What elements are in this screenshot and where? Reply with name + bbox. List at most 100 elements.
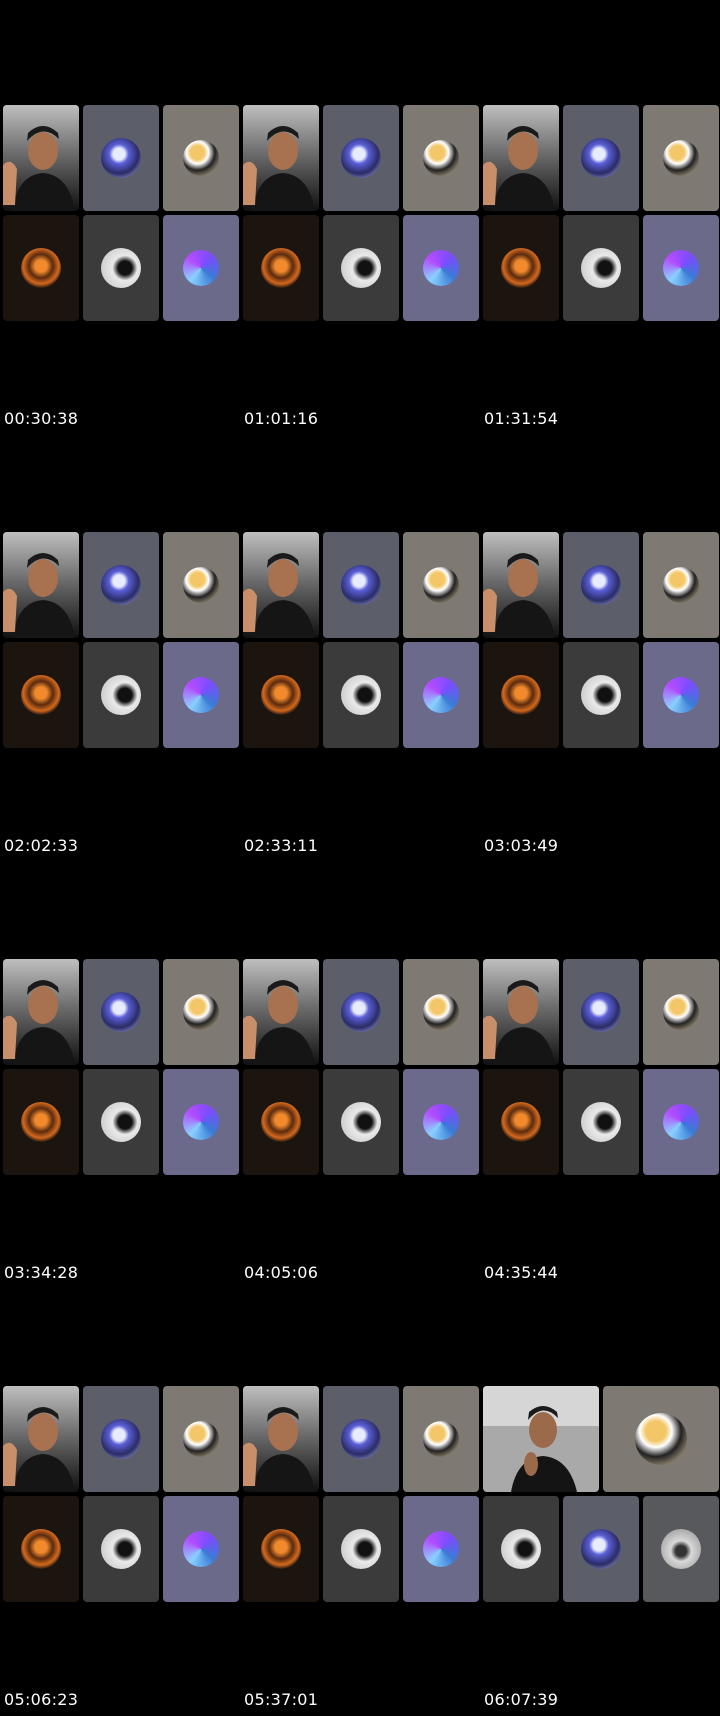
participant-tile[interactable]	[163, 1496, 239, 1602]
participant-tile[interactable]	[403, 1069, 479, 1175]
participant-tile[interactable]	[163, 959, 239, 1065]
participant-tile[interactable]	[643, 105, 719, 211]
avatar-orange-emblem-icon	[21, 675, 61, 715]
camera-feed-person	[483, 105, 559, 211]
participant-tile[interactable]	[323, 532, 399, 638]
participant-tile[interactable]	[483, 532, 559, 638]
video-call-frame: 04:35:44	[483, 959, 719, 1289]
participant-tile[interactable]	[163, 105, 239, 211]
participant-tile[interactable]	[643, 215, 719, 321]
video-call-frame: 06:07:39	[483, 1386, 719, 1716]
participant-tile[interactable]	[83, 642, 159, 748]
camera-feed-person	[3, 532, 79, 638]
participant-tile[interactable]	[323, 105, 399, 211]
participant-tile[interactable]	[83, 1496, 159, 1602]
participant-tile[interactable]	[83, 1069, 159, 1175]
participant-tile[interactable]	[243, 215, 319, 321]
avatar-bw-character-icon	[341, 1529, 381, 1569]
participant-tile[interactable]	[483, 105, 559, 211]
participant-tile[interactable]	[3, 1069, 79, 1175]
participant-tile[interactable]	[3, 642, 79, 748]
participant-tile[interactable]	[483, 959, 559, 1065]
participant-tile[interactable]	[403, 532, 479, 638]
participant-tile[interactable]	[163, 1069, 239, 1175]
participant-tile[interactable]	[403, 959, 479, 1065]
participant-tile[interactable]	[243, 105, 319, 211]
avatar-anime-blonde-icon	[635, 1413, 687, 1465]
participant-tile[interactable]	[163, 215, 239, 321]
participant-tile[interactable]	[323, 1496, 399, 1602]
participant-tile[interactable]	[3, 1496, 79, 1602]
timestamp-label: 05:37:01	[244, 1690, 319, 1709]
participant-tile[interactable]	[323, 215, 399, 321]
participant-tile[interactable]	[163, 1386, 239, 1492]
avatar-bw-character-icon	[501, 1529, 541, 1569]
participant-tile[interactable]	[483, 215, 559, 321]
participant-tile[interactable]	[243, 1069, 319, 1175]
avatar-bw-character-icon	[101, 1529, 141, 1569]
avatar-anime-blonde-icon	[183, 140, 219, 176]
participant-tile[interactable]	[3, 215, 79, 321]
avatar-anime-blue-icon	[341, 1419, 381, 1459]
avatar-bw-character-icon	[581, 248, 621, 288]
timestamp-label: 03:03:49	[484, 836, 559, 855]
participant-tile[interactable]	[323, 959, 399, 1065]
participant-tile[interactable]	[403, 642, 479, 748]
participant-tile[interactable]	[483, 1496, 559, 1602]
participant-tile[interactable]	[563, 642, 639, 748]
participant-tile[interactable]	[243, 959, 319, 1065]
avatar-anime-blue-icon	[341, 138, 381, 178]
participant-tile[interactable]	[563, 105, 639, 211]
avatar-anime-blue-icon	[581, 565, 621, 605]
participant-tile[interactable]	[83, 105, 159, 211]
participant-tile[interactable]	[3, 532, 79, 638]
avatar-anime-blue-icon	[101, 138, 141, 178]
participant-tile[interactable]	[643, 642, 719, 748]
participant-tile[interactable]	[403, 215, 479, 321]
participant-tile[interactable]	[403, 1386, 479, 1492]
timestamp-label: 00:30:38	[4, 409, 79, 428]
participant-tile[interactable]	[3, 105, 79, 211]
participant-tile[interactable]	[3, 1386, 79, 1492]
avatar-bw-character-icon	[341, 675, 381, 715]
participant-tile[interactable]	[483, 1069, 559, 1175]
participant-tile[interactable]	[403, 1496, 479, 1602]
camera-feed-person	[243, 532, 319, 638]
participant-tile[interactable]	[563, 1069, 639, 1175]
avatar-anime-purple-icon	[663, 1104, 699, 1140]
avatar-anime-blue-icon	[101, 565, 141, 605]
participant-tile[interactable]	[643, 1496, 719, 1602]
participant-tile[interactable]	[83, 532, 159, 638]
participant-tile[interactable]	[643, 959, 719, 1065]
participant-tile[interactable]	[83, 1386, 159, 1492]
participant-tile[interactable]	[323, 1386, 399, 1492]
participant-tile[interactable]	[243, 1386, 319, 1492]
participant-tile[interactable]	[323, 1069, 399, 1175]
camera-feed-person	[483, 959, 559, 1065]
avatar-anime-blonde-icon	[423, 140, 459, 176]
participant-tile[interactable]	[243, 1496, 319, 1602]
participant-tile[interactable]	[483, 1386, 599, 1492]
participant-tile[interactable]	[3, 959, 79, 1065]
participant-tile[interactable]	[603, 1386, 719, 1492]
participant-tile[interactable]	[563, 1496, 639, 1602]
participant-tile[interactable]	[243, 642, 319, 748]
participant-tile[interactable]	[243, 532, 319, 638]
participant-tile[interactable]	[83, 959, 159, 1065]
participant-tile[interactable]	[643, 1069, 719, 1175]
timestamp-label: 04:35:44	[484, 1263, 559, 1282]
participant-tile[interactable]	[643, 532, 719, 638]
avatar-anime-purple-icon	[423, 1531, 459, 1567]
participant-tile[interactable]	[163, 642, 239, 748]
participant-tile[interactable]	[323, 642, 399, 748]
participant-tile[interactable]	[563, 215, 639, 321]
avatar-anime-purple-icon	[183, 1104, 219, 1140]
participant-tile[interactable]	[403, 105, 479, 211]
participant-tile[interactable]	[563, 532, 639, 638]
video-call-frame: 03:03:49	[483, 532, 719, 862]
participant-tile[interactable]	[83, 215, 159, 321]
participant-tile[interactable]	[563, 959, 639, 1065]
avatar-bw-character-icon	[101, 675, 141, 715]
participant-tile[interactable]	[163, 532, 239, 638]
participant-tile[interactable]	[483, 642, 559, 748]
